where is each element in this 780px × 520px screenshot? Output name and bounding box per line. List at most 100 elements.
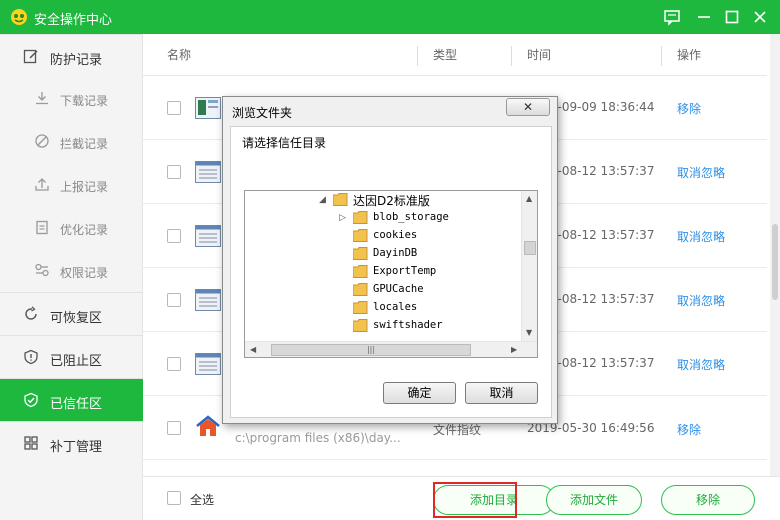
upload-icon — [35, 178, 49, 191]
tree-node-label: GPUCache — [373, 283, 424, 295]
dialog-prompt: 请选择信任目录 — [242, 136, 327, 150]
program-file-icon — [195, 97, 221, 119]
folder-icon — [353, 247, 368, 260]
sidebar-item-blocked-zone[interactable]: 已阻止区 — [0, 335, 143, 378]
maximize-icon[interactable] — [722, 7, 742, 27]
tree-node-label: ExportTemp — [373, 265, 437, 277]
folder-icon — [353, 319, 368, 332]
remove-link[interactable]: 移除 — [677, 421, 701, 438]
sidebar-item-upload-records[interactable]: 上报记录 — [0, 163, 143, 206]
sidebar-item-permission-records[interactable]: 权限记录 — [0, 249, 143, 292]
column-divider — [417, 46, 418, 66]
tree-node-label: 达因D2标准版 — [353, 194, 430, 208]
unignore-link[interactable]: 取消忽略 — [677, 164, 725, 181]
unignore-link[interactable]: 取消忽略 — [677, 356, 725, 373]
clipboard-icon — [36, 220, 48, 235]
tree-node-label: locales — [373, 301, 418, 313]
edit-icon — [23, 49, 38, 64]
folder-icon — [353, 301, 368, 314]
security-center-window: 安全操作中心 防护记录 下载记录 拦截记录 上报记录 优化记录 权限记录 可恢复… — [0, 0, 780, 520]
minimize-icon[interactable] — [694, 7, 714, 27]
title-bar: 安全操作中心 — [0, 0, 780, 34]
feedback-icon[interactable] — [662, 7, 682, 27]
download-icon — [36, 92, 48, 105]
remove-link[interactable]: 移除 — [677, 100, 701, 117]
add-file-button[interactable]: 添加文件 — [546, 485, 642, 515]
remove-button[interactable]: 移除 — [661, 485, 755, 515]
folder-tree: ◢ 达因D2标准版 ▷ blob_storage cookies DayinDB — [244, 190, 538, 358]
select-all-label[interactable]: 全选 — [190, 491, 214, 508]
browse-folder-dialog: 浏览文件夹 ✕ 请选择信任目录 ◢ 达因D2标准版 ▷ blob_storage… — [222, 96, 558, 424]
row-checkbox[interactable] — [167, 293, 181, 307]
list-scrollbar-thumb[interactable] — [772, 224, 778, 300]
close-icon[interactable] — [750, 7, 770, 27]
scroll-right-icon[interactable]: ▶ — [511, 345, 517, 354]
sidebar-item-label: 优化记录 — [60, 223, 109, 237]
row-checkbox[interactable] — [167, 165, 181, 179]
tree-node-label: cookies — [373, 229, 418, 241]
restore-icon — [25, 306, 37, 320]
file-path: c:\program files (x86)\day... — [235, 431, 401, 445]
grid-icon — [24, 436, 38, 450]
sidebar-item-label: 防护记录 — [50, 53, 103, 68]
sidebar-item-patch-management[interactable]: 补丁管理 — [0, 421, 143, 464]
column-header-type[interactable]: 类型 — [433, 46, 457, 63]
tree-horizontal-scrollbar-thumb[interactable]: ||| — [271, 344, 471, 356]
sidebar-item-label: 补丁管理 — [50, 440, 103, 455]
tree-node-label: blob_storage — [373, 211, 449, 223]
folder-icon — [353, 283, 368, 296]
row-checkbox[interactable] — [167, 421, 181, 435]
sidebar-item-label: 上报记录 — [60, 180, 109, 194]
column-header-time[interactable]: 时间 — [527, 46, 551, 63]
ok-button[interactable]: 确定 — [383, 382, 456, 404]
scroll-up-icon[interactable]: ▲ — [526, 194, 532, 203]
collapse-arrow-icon[interactable]: ◢ — [319, 195, 326, 205]
tree-node-label: swiftshader — [373, 319, 443, 331]
program-file-icon — [195, 289, 221, 311]
shield-check-icon — [24, 392, 38, 408]
cancel-button[interactable]: 取消 — [465, 382, 538, 404]
unignore-link[interactable]: 取消忽略 — [677, 292, 725, 309]
scroll-left-icon[interactable]: ◀ — [250, 345, 256, 354]
block-icon — [35, 134, 49, 148]
sidebar-item-recoverable-zone[interactable]: 可恢复区 — [0, 292, 143, 335]
row-checkbox[interactable] — [167, 101, 181, 115]
row-checkbox[interactable] — [167, 357, 181, 371]
folder-icon — [353, 229, 368, 242]
row-checkbox[interactable] — [167, 229, 181, 243]
sidebar-item-label: 权限记录 — [60, 266, 109, 280]
column-header-action: 操作 — [677, 48, 702, 62]
unignore-link[interactable]: 取消忽略 — [677, 228, 725, 245]
sidebar-item-block-records[interactable]: 拦截记录 — [0, 120, 143, 163]
tree-vertical-scrollbar[interactable]: ▲ ▼ — [521, 191, 537, 341]
column-header-name[interactable]: 名称 — [167, 46, 191, 63]
sidebar-item-download-records[interactable]: 下载记录 — [0, 77, 143, 120]
column-divider — [661, 46, 662, 66]
sidebar-item-trusted-zone[interactable]: 已信任区 — [0, 378, 143, 421]
tree-horizontal-scrollbar[interactable]: ◀ ||| ▶ — [245, 341, 537, 357]
sidebar-item-optimize-records[interactable]: 优化记录 — [0, 206, 143, 249]
tree-node-label: DayinDB — [373, 247, 418, 259]
sidebar-item-label: 可恢复区 — [50, 311, 103, 326]
dialog-close-button[interactable]: ✕ — [506, 98, 550, 116]
program-file-icon — [195, 353, 221, 375]
folder-icon — [333, 193, 348, 206]
expand-arrow-icon[interactable]: ▷ — [339, 213, 346, 223]
home-app-icon — [196, 415, 220, 436]
sidebar: 防护记录 下载记录 拦截记录 上报记录 优化记录 权限记录 可恢复区 已阻止区 … — [0, 34, 143, 520]
add-directory-button[interactable]: 添加目录 — [433, 485, 555, 515]
app-logo-icon — [11, 9, 27, 25]
select-all-checkbox[interactable] — [167, 491, 181, 505]
sidebar-item-label: 拦截记录 — [60, 137, 109, 151]
sidebar-item-label: 已信任区 — [50, 397, 103, 412]
key-icon — [35, 263, 49, 277]
shield-alert-icon — [24, 349, 38, 365]
program-file-icon — [195, 225, 221, 247]
sidebar-item-protection-records[interactable]: 防护记录 — [0, 34, 143, 77]
tree-vertical-scrollbar-thumb[interactable] — [524, 241, 536, 255]
list-scrollbar[interactable] — [770, 34, 780, 476]
folder-icon — [353, 265, 368, 278]
scroll-down-icon[interactable]: ▼ — [526, 328, 532, 337]
folder-icon — [353, 211, 368, 224]
column-divider — [511, 46, 512, 66]
